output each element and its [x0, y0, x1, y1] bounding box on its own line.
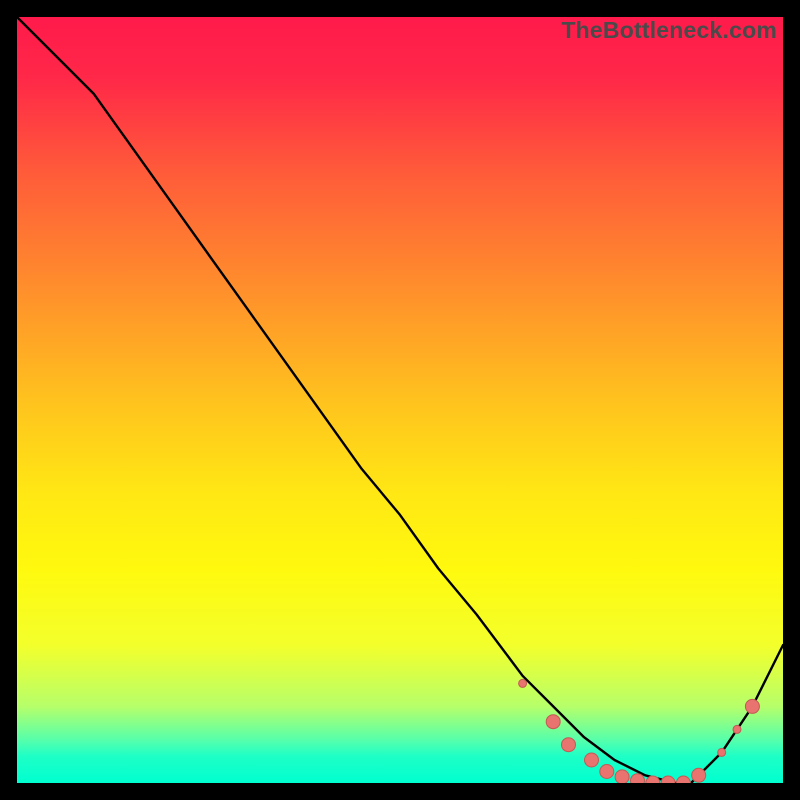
gradient-background — [17, 17, 783, 783]
marker-point — [562, 738, 576, 752]
chart-svg — [17, 17, 783, 783]
marker-point — [519, 679, 527, 687]
marker-point — [631, 774, 645, 783]
marker-point — [718, 748, 726, 756]
marker-point — [692, 768, 706, 782]
marker-point — [733, 725, 741, 733]
marker-point — [615, 770, 629, 783]
chart-frame: TheBottleneck.com — [0, 0, 800, 800]
marker-point — [546, 715, 560, 729]
marker-point — [600, 765, 614, 779]
watermark-text: TheBottleneck.com — [561, 17, 777, 44]
marker-point — [585, 753, 599, 767]
plot-area: TheBottleneck.com — [17, 17, 783, 783]
marker-point — [745, 699, 759, 713]
